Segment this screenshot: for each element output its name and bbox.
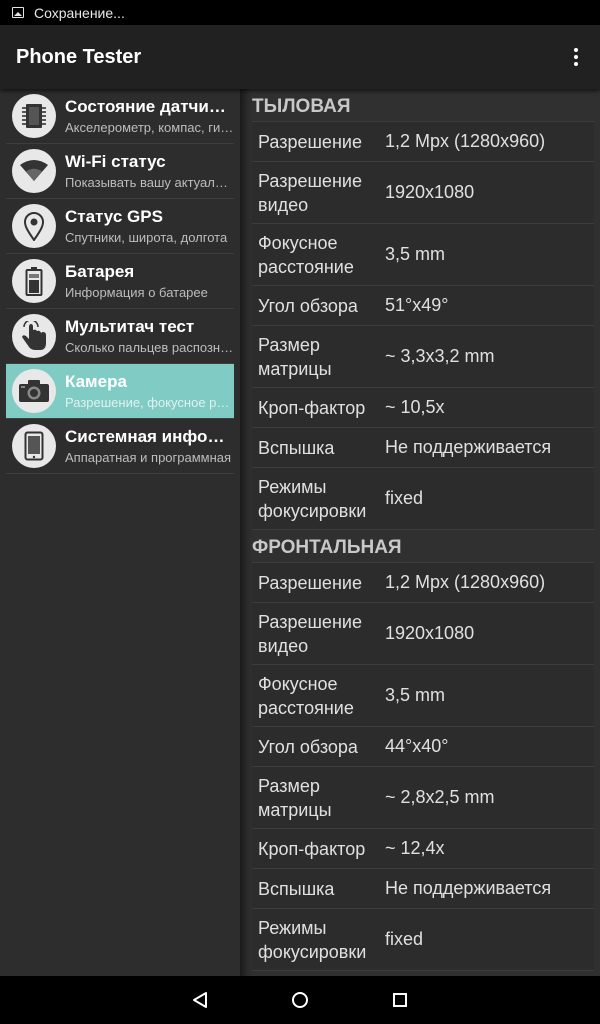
sidebar-item-wifi[interactable]: Wi-Fi статус Показывать вашу актуальную [6, 144, 234, 199]
wifi-icon [12, 149, 56, 193]
row-label: Угол обзора [258, 295, 358, 316]
sidebar-item-sensors[interactable]: Состояние датчиков Акселерометр, компас,… [6, 89, 234, 144]
table-row: Кроп-фактор ~ 12,4x [252, 829, 594, 869]
sidebar-item-multitouch[interactable]: Мультитач тест Сколько пальцев распознаё… [6, 309, 234, 364]
table-row: Разрешение 1,2 Mpx (1280x960) [252, 563, 594, 603]
sidebar-item-subtitle: Спутники, широта, долгота [65, 230, 228, 245]
row-label: Кроп-фактор [258, 838, 366, 859]
table-row: Размер матрицы ~ 3,3x3,2 mm [252, 326, 594, 388]
sidebar-item-title: Состояние датчиков [65, 97, 234, 116]
status-bar: Сохранение... [0, 0, 600, 25]
table-row: Размер матрицы ~ 2,8x2,5 mm [252, 767, 594, 829]
row-label: Вспышка [258, 437, 335, 458]
sidebar-item-subtitle: Информация о батарее [65, 285, 208, 300]
row-value: ~ 10,5x [385, 397, 445, 417]
table-row: Режимы фокусировки fixed [252, 909, 594, 971]
table-row: Разрешение видео 1920x1080 [252, 162, 594, 224]
status-text: Сохранение... [34, 4, 125, 21]
sidebar-item-camera[interactable]: Камера Разрешение, фокусное расстояние [6, 364, 234, 419]
chip-icon [12, 94, 56, 138]
row-label: Разрешение видео [258, 611, 362, 656]
table-row: Угол обзора 51°x49° [252, 286, 594, 326]
row-label: Фокусное расстояние [258, 673, 354, 718]
location-pin-icon [12, 204, 56, 248]
main-content: Состояние датчиков Акселерометр, компас,… [0, 89, 600, 976]
back-icon[interactable] [189, 989, 211, 1011]
row-label: Размер матрицы [258, 334, 332, 379]
row-label: Разрешение [258, 572, 362, 593]
system-navigation-bar [0, 976, 600, 1024]
row-value: Не поддерживается [385, 437, 552, 457]
sidebar-item-system-info[interactable]: Системная информация Аппаратная и програ… [6, 419, 234, 474]
hand-touch-icon [12, 314, 56, 358]
row-value: 1920x1080 [385, 623, 475, 643]
table-row: Вспышка Не поддерживается [252, 428, 594, 468]
sidebar: Состояние датчиков Акселерометр, компас,… [0, 89, 240, 976]
table-row: Вспышка Не поддерживается [252, 869, 594, 909]
sidebar-item-subtitle: Разрешение, фокусное расстояние [65, 395, 234, 410]
app-title: Phone Tester [16, 45, 142, 68]
table-row: Фокусное расстояние 3,5 mm [252, 665, 594, 727]
sidebar-item-title: Статус GPS [65, 207, 163, 226]
row-value: Не поддерживается [385, 878, 552, 898]
sidebar-item-subtitle: Аппаратная и программная [65, 450, 232, 465]
row-label: Угол обзора [258, 736, 358, 757]
panel-divider [240, 89, 252, 976]
phone-icon [12, 424, 56, 468]
row-value: ~ 3,3x3,2 mm [385, 346, 495, 366]
row-value: 3,5 mm [385, 244, 446, 264]
row-value: 1,2 Mpx (1280x960) [385, 131, 546, 151]
sidebar-item-subtitle: Акселерометр, компас, гироскоп [65, 120, 234, 135]
home-icon[interactable] [289, 989, 311, 1011]
row-label: Разрешение [258, 131, 362, 152]
rear-camera-header: ТЫЛОВАЯ [252, 89, 594, 122]
camera-icon [12, 369, 56, 413]
sidebar-item-title: Мультитач тест [65, 317, 195, 336]
sidebar-item-gps[interactable]: Статус GPS Спутники, широта, долгота [6, 199, 234, 254]
row-label: Режимы фокусировки [258, 917, 367, 962]
row-label: Фокусное расстояние [258, 232, 354, 277]
row-value: 51°x49° [385, 295, 449, 315]
sidebar-item-title: Wi-Fi статус [65, 152, 166, 171]
row-value: ~ 12,4x [385, 838, 445, 858]
sidebar-item-subtitle: Сколько пальцев распознаёт [65, 340, 234, 355]
sidebar-item-title: Камера [65, 372, 127, 391]
row-value: 1,2 Mpx (1280x960) [385, 572, 546, 592]
table-row: Режимы фокусировки fixed [252, 468, 594, 530]
sidebar-item-title: Батарея [65, 262, 135, 281]
sidebar-item-title: Системная информация [65, 427, 234, 446]
row-value: fixed [385, 488, 424, 508]
app-toolbar: Phone Tester [0, 25, 600, 89]
row-label: Размер матрицы [258, 775, 332, 820]
overflow-menu-icon[interactable] [556, 33, 596, 81]
row-label: Разрешение видео [258, 170, 362, 215]
row-label: Режимы фокусировки [258, 476, 367, 521]
recents-icon[interactable] [389, 989, 411, 1011]
row-label: Вспышка [258, 878, 335, 899]
image-icon [12, 7, 24, 18]
table-row: Разрешение видео 1920x1080 [252, 603, 594, 665]
row-value: fixed [385, 929, 424, 949]
battery-icon [12, 259, 56, 303]
row-value: ~ 2,8x2,5 mm [385, 787, 495, 807]
row-value: 44°x40° [385, 736, 449, 756]
sidebar-item-subtitle: Показывать вашу актуальную [65, 175, 234, 190]
table-row: Угол обзора 44°x40° [252, 727, 594, 767]
front-camera-header: ФРОНТАЛЬНАЯ [252, 530, 594, 563]
camera-details: ТЫЛОВАЯ Разрешение 1,2 Mpx (1280x960) Ра… [252, 89, 600, 976]
section-title: ФРОНТАЛЬНАЯ [252, 537, 402, 558]
table-row: Разрешение 1,2 Mpx (1280x960) [252, 122, 594, 162]
sidebar-item-battery[interactable]: Батарея Информация о батарее [6, 254, 234, 309]
table-row: Фокусное расстояние 3,5 mm [252, 224, 594, 286]
row-label: Кроп-фактор [258, 397, 366, 418]
row-value: 3,5 mm [385, 685, 446, 705]
table-row: Кроп-фактор ~ 10,5x [252, 388, 594, 428]
row-value: 1920x1080 [385, 182, 475, 202]
section-title: ТЫЛОВАЯ [252, 96, 351, 117]
